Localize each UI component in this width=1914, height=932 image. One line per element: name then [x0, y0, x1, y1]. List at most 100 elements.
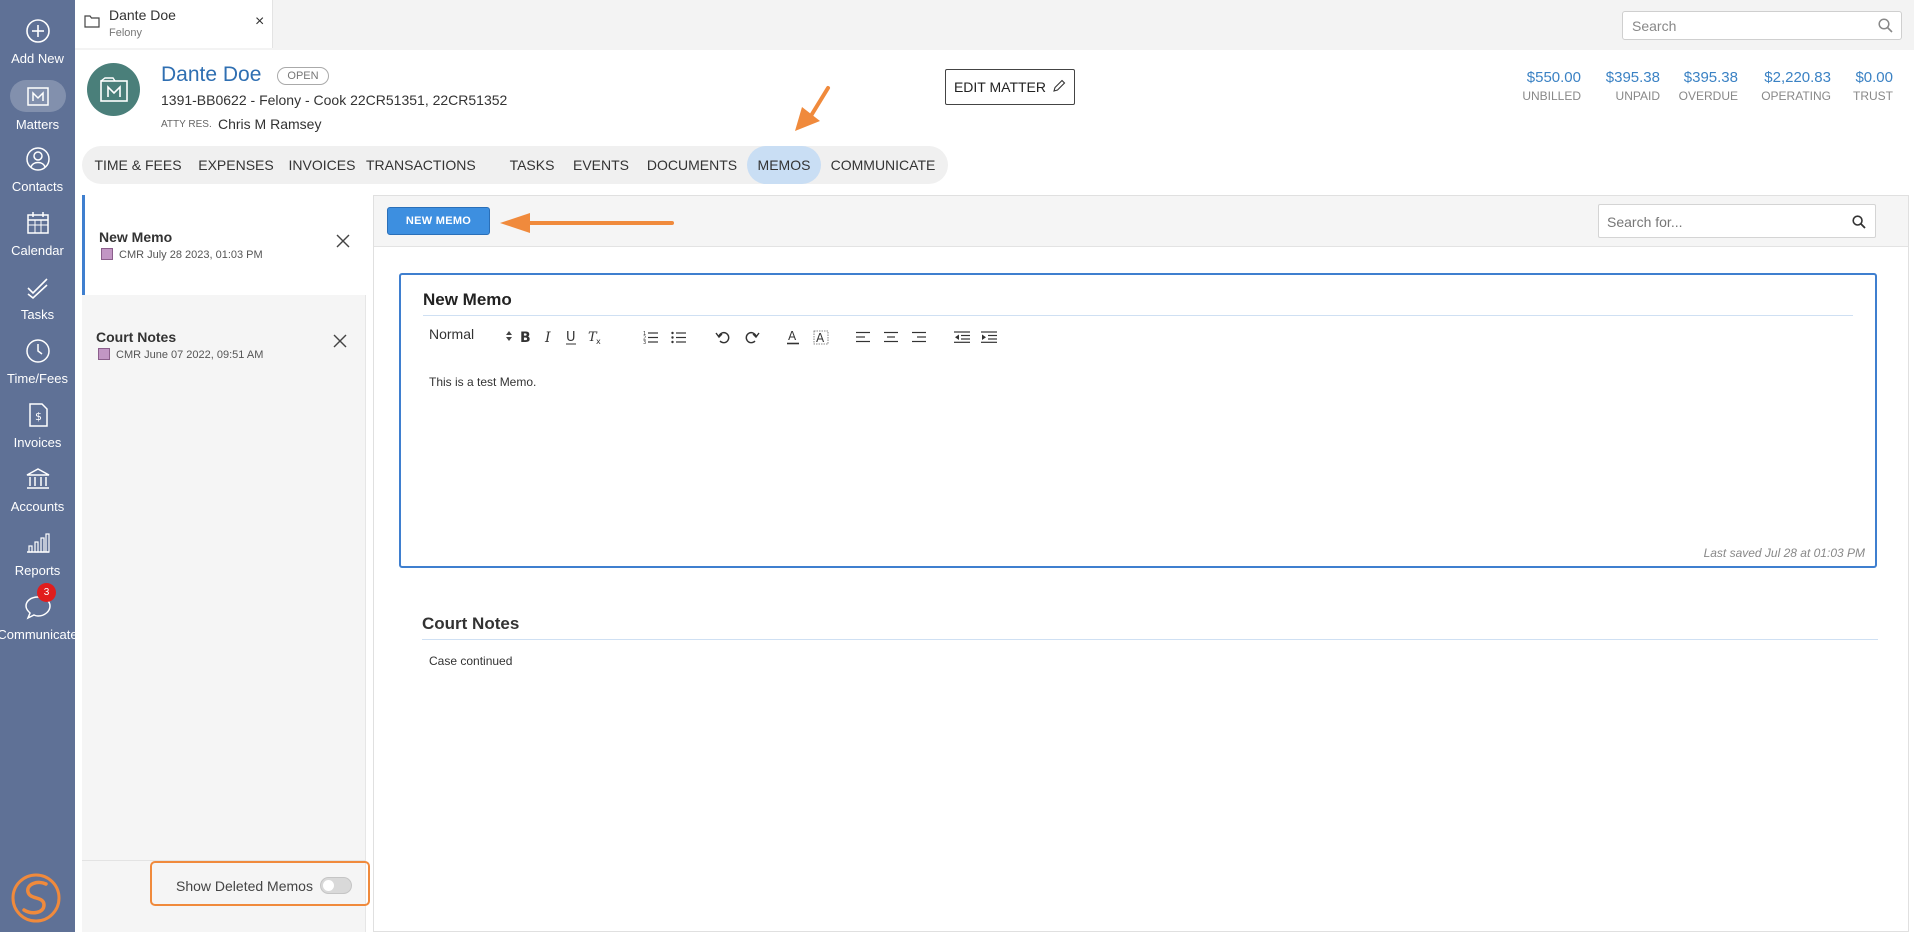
nav-accounts[interactable]: Accounts: [0, 458, 75, 516]
align-right-icon[interactable]: [912, 327, 926, 347]
close-tab-icon[interactable]: ×: [255, 14, 264, 30]
memo-panel: NEW MEMO New Memo Normal B I U Tx 123: [373, 195, 1909, 932]
nav-label: Time/Fees: [7, 371, 68, 386]
nav-reports[interactable]: Reports: [0, 522, 75, 580]
edit-matter-button[interactable]: EDIT MATTER: [945, 69, 1075, 105]
underline-icon[interactable]: U: [564, 327, 578, 347]
financial-unpaid[interactable]: $395.38 UNPAID: [1606, 69, 1660, 103]
svg-text:B: B: [520, 330, 531, 345]
sort-icon: [505, 329, 513, 345]
financial-label: OVERDUE: [1678, 89, 1738, 103]
tab-invoices[interactable]: INVOICES: [282, 146, 362, 184]
memo-search-input[interactable]: [1607, 213, 1837, 231]
memo-editor[interactable]: New Memo Normal B I U Tx 123 A A This is…: [399, 273, 1877, 568]
memo-item-title: Court Notes: [96, 329, 177, 345]
financial-label: UNPAID: [1615, 89, 1660, 103]
delete-memo-icon[interactable]: [335, 233, 351, 254]
outdent-icon[interactable]: [954, 327, 970, 347]
nav-matters[interactable]: Matters: [0, 74, 75, 132]
divider: [422, 639, 1878, 640]
pencil-icon: [1052, 79, 1066, 96]
bar-chart-icon: [23, 528, 53, 558]
last-saved-text: Last saved Jul 28 at 01:03 PM: [1703, 546, 1865, 560]
tab-expenses[interactable]: EXPENSES: [194, 146, 278, 184]
global-search[interactable]: [1622, 11, 1902, 40]
delete-memo-icon[interactable]: [332, 333, 348, 354]
notification-badge: 3: [37, 583, 56, 602]
bullet-list-icon[interactable]: [671, 327, 687, 347]
nav-label: Accounts: [10, 499, 65, 514]
show-deleted-toggle[interactable]: [320, 877, 352, 894]
nav-time-fees[interactable]: Time/Fees: [0, 330, 75, 388]
highlight-color-icon[interactable]: A: [813, 327, 829, 347]
tab-transactions[interactable]: TRANSACTIONS: [366, 146, 476, 184]
search-icon[interactable]: [1878, 18, 1893, 38]
tab-documents[interactable]: DOCUMENTS: [642, 146, 742, 184]
financial-label: OPERATING: [1761, 89, 1831, 103]
svg-text:A: A: [788, 329, 797, 343]
align-left-icon[interactable]: [856, 327, 870, 347]
memo-toolbar: NEW MEMO: [374, 196, 1908, 247]
financial-amount: $395.38: [1605, 69, 1660, 86]
search-icon[interactable]: [1852, 215, 1866, 234]
new-memo-button[interactable]: NEW MEMO: [387, 207, 490, 235]
matter-tab-title: Dante Doe: [109, 7, 176, 23]
tab-events[interactable]: EVENTS: [569, 146, 633, 184]
memo-preview-body: Case continued: [429, 654, 513, 668]
nav-contacts[interactable]: Contacts: [0, 138, 75, 196]
nav-label: Communicate: [0, 627, 78, 642]
tab-memos[interactable]: MEMOS: [747, 146, 821, 184]
bold-icon[interactable]: B: [518, 327, 532, 347]
section-tabs: TIME & FEES EXPENSES INVOICES TRANSACTIO…: [82, 146, 948, 184]
plus-circle-icon: [23, 16, 53, 46]
annotation-arrow: [795, 86, 830, 131]
nav-add-new[interactable]: Add New: [0, 10, 75, 68]
contacts-icon: [23, 144, 53, 174]
memo-title[interactable]: New Memo: [423, 290, 512, 310]
redo-icon[interactable]: [744, 327, 760, 347]
format-select[interactable]: Normal: [429, 326, 512, 342]
financial-amount: $0.00: [1855, 69, 1893, 86]
memo-color-swatch: [98, 348, 110, 360]
memo-search[interactable]: [1598, 204, 1876, 238]
financial-amount: $2,220.83: [1764, 69, 1831, 86]
text-color-icon[interactable]: A: [786, 327, 800, 347]
nav-calendar[interactable]: Calendar: [0, 202, 75, 260]
nav-label: Invoices: [13, 435, 62, 450]
financial-overdue[interactable]: $395.38 OVERDUE: [1679, 69, 1738, 103]
tab-tasks[interactable]: TASKS: [502, 146, 562, 184]
tab-communicate[interactable]: COMMUNICATE: [827, 146, 939, 184]
nav-tasks[interactable]: Tasks: [0, 266, 75, 324]
matter-avatar: [87, 63, 140, 116]
edit-matter-label: EDIT MATTER: [953, 79, 1047, 95]
nav-label: Reports: [14, 563, 61, 578]
italic-icon[interactable]: I: [542, 327, 556, 347]
folder-icon: [84, 14, 100, 33]
memo-list-item[interactable]: Court Notes CMR June 07 2022, 09:51 AM: [82, 295, 366, 395]
divider: [423, 315, 1853, 316]
undo-icon[interactable]: [715, 327, 731, 347]
ordered-list-icon[interactable]: 123: [643, 327, 659, 347]
indent-icon[interactable]: [981, 327, 997, 347]
svg-text:3: 3: [643, 340, 646, 344]
tab-time-fees[interactable]: TIME & FEES: [86, 146, 190, 184]
memo-list-item[interactable]: New Memo CMR July 28 2023, 01:03 PM: [82, 195, 366, 295]
client-name[interactable]: Dante Doe: [161, 63, 261, 87]
financial-operating[interactable]: $2,220.83 OPERATING: [1761, 69, 1831, 103]
memo-color-swatch: [101, 248, 113, 260]
nav-invoices[interactable]: $ Invoices: [0, 394, 75, 452]
financial-unbilled[interactable]: $550.00 UNBILLED: [1522, 69, 1581, 103]
clear-format-icon[interactable]: Tx: [587, 327, 603, 347]
attorney-name: Chris M Ramsey: [218, 116, 322, 132]
memo-body[interactable]: This is a test Memo.: [429, 375, 536, 389]
calendar-icon: [23, 208, 53, 238]
top-bar: Dante Doe Felony ×: [75, 0, 1914, 50]
financial-amount: $395.38: [1683, 69, 1738, 86]
memo-item-meta: CMR July 28 2023, 01:03 PM: [119, 249, 263, 261]
align-center-icon[interactable]: [884, 327, 898, 347]
status-badge: OPEN: [277, 67, 329, 85]
global-search-input[interactable]: [1632, 17, 1862, 35]
matter-tab[interactable]: Dante Doe Felony ×: [75, 0, 273, 48]
matter-tab-subtitle: Felony: [109, 27, 143, 39]
financial-trust[interactable]: $0.00 TRUST: [1853, 69, 1893, 103]
